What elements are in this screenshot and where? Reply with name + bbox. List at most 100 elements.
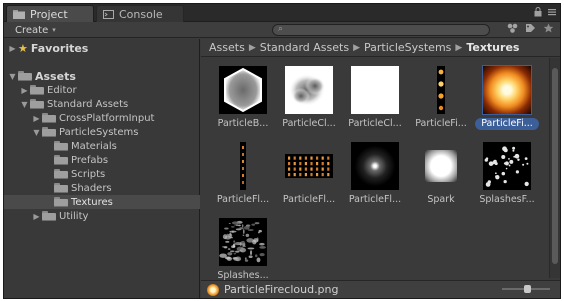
- scrollbar-thumb[interactable]: [552, 68, 558, 264]
- texture-thumbnail-cloud: [285, 66, 333, 114]
- asset-tile[interactable]: ParticleB...: [211, 64, 275, 130]
- folder-icon: [30, 85, 44, 95]
- breadcrumb-separator-icon: ▶: [248, 42, 256, 53]
- grid-scrollbar[interactable]: [549, 58, 560, 278]
- tree-item-scripts[interactable]: Scripts: [4, 167, 200, 181]
- tree-item-label: Favorites: [30, 41, 89, 55]
- favorite-star-icon[interactable]: [543, 23, 554, 33]
- tree-item-utility[interactable]: ▶ Utility: [4, 209, 200, 223]
- tree-item-label: Shaders: [71, 182, 112, 194]
- asset-name: ParticleCl...: [348, 118, 402, 129]
- breadcrumb-separator-icon: ▶: [353, 42, 360, 53]
- folder-icon: [54, 155, 68, 165]
- asset-name: ParticleFl...: [348, 194, 402, 205]
- breadcrumb-standard-assets[interactable]: Standard Assets: [260, 41, 349, 54]
- breadcrumb-particlesystems[interactable]: ParticleSystems: [364, 41, 451, 54]
- asset-tile[interactable]: ParticleFi...: [475, 64, 539, 130]
- tree-item-crossplatforminput[interactable]: ▶ CrossPlatformInput: [4, 111, 200, 125]
- tree-item-prefabs[interactable]: Prefabs: [4, 153, 200, 167]
- asset-tile[interactable]: ParticleFl...: [343, 140, 407, 206]
- tree-item-assets[interactable]: ▼ Assets: [4, 69, 200, 83]
- lock-icon[interactable]: [534, 7, 542, 17]
- tree-item-shaders[interactable]: Shaders: [4, 181, 200, 195]
- project-toolbar: Create ▾ ⌕: [4, 22, 560, 38]
- thumbnail-size-slider[interactable]: [502, 285, 550, 293]
- search-by-type-icon[interactable]: [507, 23, 518, 33]
- collapse-arrow-icon[interactable]: ▼: [8, 72, 17, 81]
- tree-item-materials[interactable]: Materials: [4, 139, 200, 153]
- selected-file-name: ParticleFirecloud.png: [224, 283, 339, 296]
- tree-item-label: Utility: [59, 210, 89, 222]
- tab-bar: Project Console: [4, 4, 560, 22]
- folder-icon: [18, 71, 32, 81]
- tree-item-label: Assets: [35, 69, 76, 83]
- tree-item-label: Standard Assets: [47, 98, 129, 110]
- tree-item-label: Editor: [47, 84, 77, 96]
- tree-item-label: Materials: [71, 140, 117, 152]
- status-bar: ParticleFirecloud.png: [201, 280, 560, 298]
- texture-thumbnail-splashes-dots: [483, 142, 531, 190]
- search-icon: ⌕: [278, 24, 284, 34]
- breadcrumb-assets[interactable]: Assets: [209, 41, 245, 54]
- tree-item-favorites[interactable]: ▶ ★ Favorites: [4, 41, 200, 55]
- asset-tile[interactable]: Splashes...: [211, 216, 275, 282]
- texture-thumbnail-spark: [417, 142, 465, 190]
- asset-tile[interactable]: ParticleFl...: [277, 140, 341, 206]
- asset-name: ParticleB...: [217, 118, 269, 129]
- star-icon: ★: [18, 41, 28, 55]
- search-input[interactable]: ⌕: [272, 24, 490, 36]
- expand-arrow-icon[interactable]: ▶: [32, 114, 41, 123]
- collapse-arrow-icon[interactable]: ▼: [20, 100, 29, 109]
- tree-item-editor[interactable]: ▶ Editor: [4, 83, 200, 97]
- asset-name: ParticleFl...: [216, 194, 270, 205]
- folder-icon: [42, 127, 56, 137]
- folder-icon: [42, 211, 56, 221]
- slider-knob[interactable]: [524, 285, 531, 293]
- label-tag-icon[interactable]: [525, 23, 536, 33]
- tab-project[interactable]: Project: [6, 5, 94, 22]
- folder-icon: [42, 113, 56, 123]
- expand-arrow-icon[interactable]: ▶: [20, 86, 29, 95]
- tree-item-label: Scripts: [71, 168, 106, 180]
- folder-icon: [30, 99, 44, 109]
- asset-name: SplashesF...: [479, 194, 535, 205]
- expand-arrow-icon[interactable]: ▶: [8, 44, 17, 53]
- breadcrumb-textures[interactable]: Textures: [466, 41, 519, 54]
- asset-tile[interactable]: SplashesF...: [475, 140, 539, 206]
- texture-thumbnail-fire-cloud: [482, 65, 532, 115]
- tree-item-textures[interactable]: Textures: [4, 195, 200, 209]
- asset-name: ParticleFi...: [475, 118, 539, 130]
- folder-icon: [13, 9, 25, 19]
- asset-tile[interactable]: ParticleCl...: [277, 64, 341, 130]
- breadcrumb-separator-icon: ▶: [455, 42, 463, 53]
- asset-name: ParticleCl...: [282, 118, 336, 129]
- tab-console[interactable]: Console: [96, 5, 184, 22]
- asset-tile[interactable]: ParticleCl...: [343, 64, 407, 130]
- asset-grid: ParticleB... ParticleCl... ParticleCl...: [201, 58, 549, 281]
- create-dropdown-button[interactable]: Create ▾: [10, 23, 61, 37]
- folder-icon: [54, 169, 68, 179]
- folder-icon: [54, 197, 68, 207]
- texture-file-icon: [207, 283, 219, 296]
- tree-item-standard-assets[interactable]: ▼ Standard Assets: [4, 97, 200, 111]
- folder-icon: [54, 141, 68, 151]
- folder-icon: [54, 183, 68, 193]
- asset-tile[interactable]: ParticleFl...: [211, 140, 275, 206]
- texture-thumbnail-white-square: [351, 66, 399, 114]
- create-label: Create: [15, 24, 49, 36]
- dropdown-arrow-icon: ▾: [52, 26, 56, 34]
- collapse-arrow-icon[interactable]: ▼: [32, 128, 41, 137]
- menu-icon[interactable]: [548, 8, 556, 16]
- texture-thumbnail-fire-column: [417, 66, 465, 114]
- asset-tile[interactable]: Spark: [409, 140, 473, 206]
- asset-name: Spark: [427, 194, 455, 205]
- tree-item-label: CrossPlatformInput: [59, 112, 155, 124]
- expand-arrow-icon[interactable]: ▶: [32, 212, 41, 221]
- tree-item-particlesystems[interactable]: ▼ ParticleSystems: [4, 125, 200, 139]
- folder-tree: ▶ ★ Favorites ▼ Assets ▶ Editor ▼ Standa…: [4, 39, 200, 298]
- tab-project-label: Project: [30, 7, 68, 21]
- texture-thumbnail-flare: [351, 142, 399, 190]
- texture-thumbnail-hexagon: [219, 66, 267, 114]
- asset-tile[interactable]: ParticleFi...: [409, 64, 473, 130]
- tree-item-label: Prefabs: [71, 154, 109, 166]
